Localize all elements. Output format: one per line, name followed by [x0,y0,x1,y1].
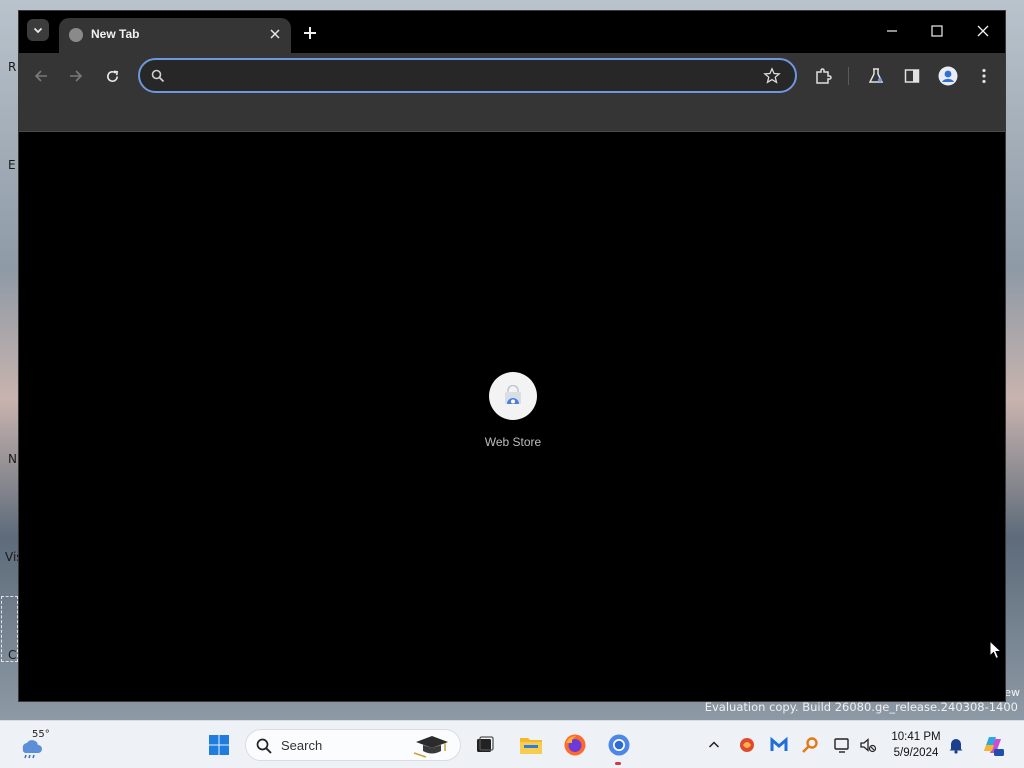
show-hidden-icons-button[interactable] [704,735,724,755]
file-explorer-icon [520,738,542,754]
start-icon [209,735,229,755]
labs-button[interactable] [865,65,887,87]
key-app-button[interactable] [800,735,820,755]
toolbar-divider [848,67,849,85]
minimize-icon [887,30,897,32]
address-bar[interactable] [138,58,797,93]
chevron-up-icon [708,741,720,748]
extensions-icon [816,68,832,84]
notifications-button[interactable] [946,735,966,755]
side-panel-icon [904,69,920,83]
close-icon [977,25,989,37]
copilot-button[interactable] [980,733,1004,757]
close-icon [270,29,280,39]
browser-window: New Tab Web Store [18,10,1006,702]
profile-button[interactable] [937,65,959,87]
taskbar-search[interactable]: Search [245,729,461,761]
desktop-icon-label: R [8,60,17,74]
tab-search-button[interactable] [27,19,49,41]
reload-icon [106,70,118,82]
chrome-icon [608,734,630,756]
reload-button[interactable] [101,65,123,87]
labs-flask-icon [868,68,884,83]
new-tab-button[interactable] [299,22,321,44]
maximize-icon [931,25,943,37]
malwarebytes-icon [770,736,788,751]
taskbar: 55° Search 10:41 PM 5/9/2024 [0,720,1024,768]
chrome-button[interactable] [604,730,634,760]
extensions-button[interactable] [812,65,834,87]
close-window-button[interactable] [968,19,998,43]
chevron-down-icon [33,27,43,34]
bookmarks-bar [19,99,1005,132]
back-button[interactable] [30,65,52,87]
display-icon [834,738,849,753]
file-explorer-button[interactable] [516,730,546,760]
graduation-cap-icon [413,736,448,758]
weather-widget[interactable]: 55° [18,729,58,761]
address-input[interactable] [172,64,752,88]
task-view-button[interactable] [470,730,500,760]
forward-button[interactable] [65,65,87,87]
taskbar-search-label: Search [281,738,323,753]
star-icon[interactable] [763,67,781,85]
side-panel-button[interactable] [901,65,923,87]
tab-close-button[interactable] [267,26,283,42]
active-app-indicator [615,762,621,765]
copilot-icon [984,737,1004,756]
key-icon [802,737,818,753]
desktop-icon-label: N [8,452,17,466]
tab-title: New Tab [91,27,140,41]
firefox-button[interactable] [560,730,590,760]
speaker-mute-icon [860,738,877,753]
mouse-cursor-icon [989,640,1003,660]
title-bar: New Tab [19,11,1005,53]
web-store-icon [505,385,521,404]
back-arrow-icon [34,70,47,82]
search-icon [256,738,272,754]
bell-icon [949,739,963,754]
new-tab-page: Web Store [19,132,1005,701]
plus-icon [304,27,316,39]
tab-new-tab[interactable]: New Tab [59,18,291,53]
weather-temperature: 55° [32,729,50,740]
forward-arrow-icon [70,70,83,82]
globe-icon [69,28,83,42]
evaluation-watermark: Evaluation copy. Build 26080.ge_release.… [704,700,1018,714]
shortcut-web-store[interactable]: Web Store [463,372,563,449]
start-button[interactable] [204,730,234,760]
tray-app-button[interactable] [737,735,757,755]
menu-kebab-icon [982,68,986,84]
system-clock[interactable]: 10:41 PM 5/9/2024 [885,729,947,761]
profile-icon [938,66,958,86]
desktop-icon-label: E [8,158,16,172]
browser-toolbar [19,53,1005,99]
desktop-selection-box [1,596,18,662]
search-icon [151,69,165,83]
minimize-button[interactable] [877,19,907,43]
volume-button[interactable] [858,735,878,755]
clock-date: 5/9/2024 [893,747,939,759]
shortcut-tile [489,372,537,420]
app-tray-icon [740,738,754,752]
shortcut-label: Web Store [484,435,542,449]
menu-button[interactable] [973,65,995,87]
clock-time: 10:41 PM [891,731,941,743]
malwarebytes-button[interactable] [769,735,789,755]
task-view-icon [477,736,494,752]
maximize-button[interactable] [922,19,952,43]
display-button[interactable] [832,735,852,755]
desktop-edge-text: ew [1004,686,1020,699]
firefox-icon [564,734,586,756]
